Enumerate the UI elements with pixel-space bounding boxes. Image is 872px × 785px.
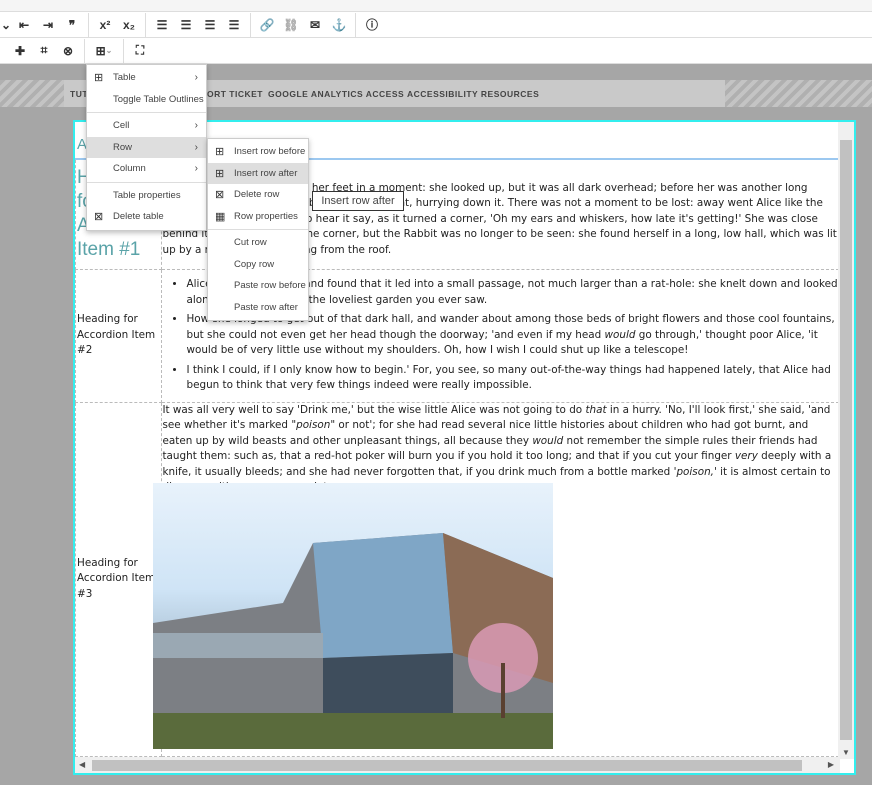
row-submenu: ⊞ Insert row before ⊞ Insert row after ⊠ De… — [207, 138, 309, 321]
divider — [88, 12, 89, 37]
menu-item-insert-row-before[interactable]: ⊞ Insert row before — [208, 141, 308, 163]
menu-item-insert-row-after[interactable]: ⊞ Insert row after — [208, 162, 308, 184]
row-properties-icon: ▦ — [215, 210, 226, 223]
delete-table-icon: ⊠ — [94, 211, 104, 224]
table-menu: ⊞ Table › Toggle Table Outlines Cell › Row ›… — [86, 64, 207, 231]
insert-row-after-icon: ⊞ — [215, 167, 225, 180]
delete-row-icon: ⊠ — [215, 189, 225, 202]
table-row: Heading for Accordion Item #2 Alice open… — [75, 268, 839, 403]
vertical-scrollbar[interactable]: ▼ — [838, 122, 854, 759]
blockquote-icon[interactable]: ❞ — [60, 13, 84, 37]
scroll-left-icon[interactable]: ◀ — [79, 760, 85, 769]
building-photo[interactable] — [153, 483, 553, 749]
align-right-icon[interactable]: ☰ — [198, 13, 222, 37]
menu-item-row-properties[interactable]: ▦ Row properties — [208, 206, 308, 228]
menu-item-paste-row-after[interactable]: Paste row after — [208, 297, 308, 319]
nav-link[interactable]: ORT TICKET — [207, 89, 263, 99]
table-dropdown-button[interactable]: ⊞ ⌄ — [89, 39, 119, 63]
puzzle-icon[interactable]: ✚ — [8, 39, 32, 63]
menu-item-copy-row[interactable]: Copy row — [208, 254, 308, 276]
help-icon[interactable]: ⓘ — [360, 13, 384, 37]
email-icon[interactable]: ✉ — [303, 13, 327, 37]
divider — [84, 38, 85, 63]
indent-icon[interactable]: ⇥ — [36, 13, 60, 37]
crop-icon[interactable]: ⌗ — [32, 39, 56, 63]
link-icon[interactable]: 🔗 — [255, 13, 279, 37]
menu-item-toggle-outlines[interactable]: Toggle Table Outlines — [87, 89, 206, 111]
menu-item-cut-row[interactable]: Cut row — [208, 232, 308, 254]
menu-item-paste-row-before[interactable]: Paste row before — [208, 275, 308, 297]
justify-icon[interactable]: ☰ — [222, 13, 246, 37]
superscript-icon[interactable]: x² — [93, 13, 117, 37]
heading-text: Heading for Accordion Item #3 — [77, 556, 156, 600]
chevron-right-icon: › — [194, 141, 198, 153]
nav-link[interactable]: ACCESSIBILITY RESOURCES — [407, 89, 539, 99]
menu-item-row[interactable]: Row › — [87, 136, 206, 158]
divider — [250, 12, 251, 37]
table-icon: ⊞ — [94, 72, 104, 85]
menu-item-table-properties[interactable]: Table properties — [87, 185, 206, 207]
toolbar-row-2: ✚ ⌗ ⊗ ⊞ ⌄ ⛶ — [0, 38, 872, 64]
align-center-icon[interactable]: ☰ — [174, 13, 198, 37]
nav-stripes-right — [725, 80, 872, 107]
divider — [87, 112, 206, 113]
divider — [87, 181, 206, 183]
horizontal-scrollbar[interactable]: ◀ ▶ — [75, 757, 840, 773]
scroll-right-icon[interactable]: ▶ — [828, 760, 834, 769]
list-item: I think I could, if I only know how to b… — [186, 363, 838, 394]
chevron-down-icon[interactable]: ⌄ — [0, 13, 12, 37]
menu-item-table[interactable]: ⊞ Table › — [87, 67, 206, 89]
menu-item-cell[interactable]: Cell › — [87, 115, 206, 137]
scroll-down-icon[interactable]: ▼ — [842, 748, 850, 757]
top-bar — [0, 0, 872, 12]
outdent-icon[interactable]: ⇤ — [12, 13, 36, 37]
heading-cell[interactable]: Heading for Accordion Item #3 — [75, 401, 163, 757]
menu-item-column[interactable]: Column › — [87, 158, 206, 180]
menu-item-delete-row[interactable]: ⊠ Delete row — [208, 184, 308, 206]
subscript-icon[interactable]: x₂ — [117, 13, 141, 37]
fullscreen-icon[interactable]: ⛶ — [128, 39, 152, 63]
chevron-right-icon: › — [194, 163, 198, 175]
align-left-icon[interactable]: ☰ — [150, 13, 174, 37]
insert-row-before-icon: ⊞ — [215, 146, 225, 159]
divider — [208, 229, 308, 230]
scrollbar-thumb[interactable] — [92, 760, 802, 771]
divider — [355, 12, 356, 37]
tooltip: Insert row after — [312, 191, 404, 211]
chevron-right-icon: › — [194, 120, 198, 132]
anchor-icon[interactable]: ⚓ — [327, 13, 351, 37]
heading-cell[interactable]: Heading for Accordion Item #2 — [75, 268, 163, 403]
heading-text: Heading for Accordion Item #2 — [77, 313, 156, 357]
cells-icon[interactable]: ⊗ — [56, 39, 80, 63]
paragraph: It was all very well to say 'Drink me,' … — [162, 403, 832, 494]
chevron-right-icon: › — [194, 72, 198, 84]
divider — [123, 38, 124, 63]
toolbar-row-1: ⌄ ⇤ ⇥ ❞ x² x₂ ☰ ☰ ☰ ☰ 🔗 ⛓ ✉ ⚓ ⓘ — [0, 12, 872, 38]
menu-item-delete-table[interactable]: ⊠ Delete table — [87, 206, 206, 228]
nav-link[interactable]: GOOGLE ANALYTICS ACCESS — [268, 89, 404, 99]
scrollbar-thumb[interactable] — [840, 140, 852, 740]
divider — [145, 12, 146, 37]
nav-stripes-left — [0, 80, 64, 107]
unlink-icon[interactable]: ⛓ — [279, 13, 303, 37]
